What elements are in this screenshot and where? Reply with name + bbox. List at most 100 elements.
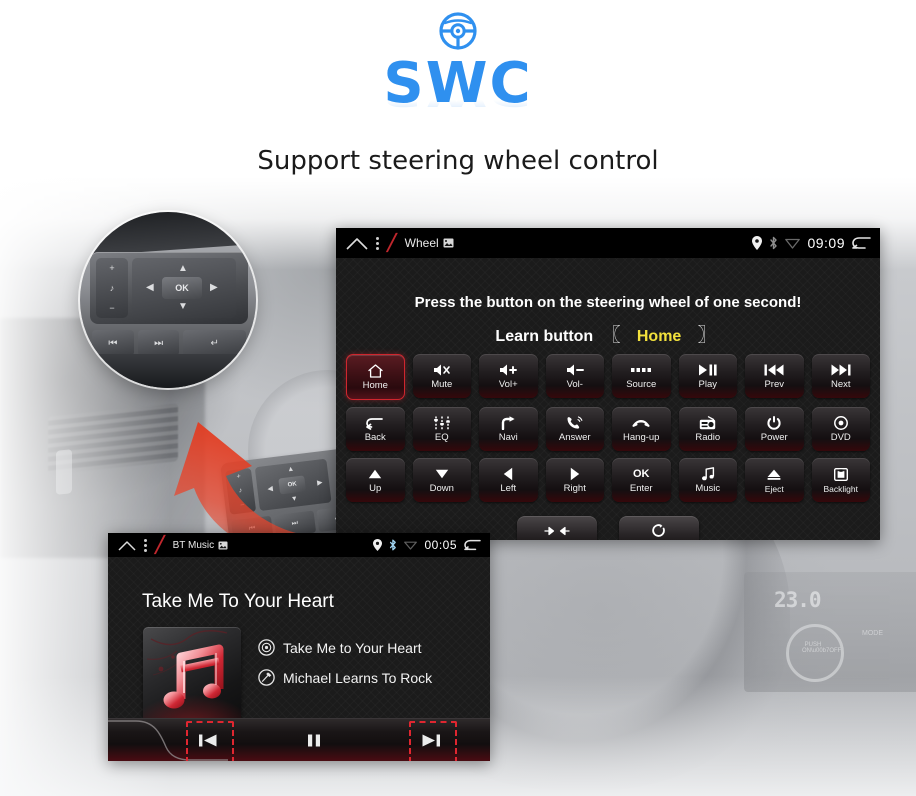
arrow-left-icon [503,467,513,482]
location-pin-icon [373,539,383,551]
wheel-spoke-top [80,212,256,257]
wifi-icon [404,541,418,550]
wheel-status-bar: ╱ Wheel 09:09 [336,228,880,258]
album-art [143,627,241,725]
bracket-close: 〗 [697,325,717,346]
swc-button-label: Home [362,379,388,391]
previous-icon [199,734,217,746]
zoomed-media-buttons: ⏮ ⏭ ↵ [92,330,247,356]
arrow-up-icon [368,467,382,482]
swc-button-prev[interactable]: Prev [745,354,804,398]
swc-button-backlight[interactable]: Backlight [811,458,870,502]
swc-button-power[interactable]: Power [745,407,804,451]
overflow-menu-icon[interactable] [144,538,147,552]
swc-button-label: Enter [629,482,653,494]
swc-button-label: Radio [695,431,721,443]
bt-screen-body: Take Me To Your Heart Take Me to Your He… [108,557,490,761]
swc-button-answer[interactable]: Answer [545,407,604,451]
wifi-icon [785,238,801,249]
prev-track-button[interactable] [192,727,224,753]
power-icon [767,416,781,431]
overflow-menu-icon[interactable] [376,236,379,250]
volume-up-icon [499,363,518,378]
magnifier-callout: + ♪ − OK ▲ ◀ ▶ ▼ ⏮ ⏭ ↵ [80,212,256,388]
volume-down-icon [566,363,584,378]
swc-button-label: Music [695,482,721,494]
swc-button-label: Right [563,482,586,494]
zoomed-volume-rocker: + ♪ − [96,258,128,318]
track-name-row: Take Me to Your Heart [258,639,422,656]
wheel-screen-title: Wheel [405,236,454,250]
back-arrow-icon[interactable] [464,539,482,551]
swc-button-dvd[interactable]: DVD [811,407,870,451]
swc-button-label: Left [500,482,517,494]
swc-button-left[interactable]: Left [479,458,538,502]
swc-tagline: Support steering wheel control [257,146,659,176]
swc-button-mute[interactable]: Mute [412,354,471,398]
swc-button-right[interactable]: Right [545,458,604,502]
wheel-clock: 09:09 [807,235,845,251]
swc-button-label: Down [429,482,454,494]
arrow-down-icon [435,467,449,482]
source-icon [631,363,652,378]
steering-wheel-icon [439,12,477,50]
swc-button-eq[interactable]: EQ [412,407,471,451]
home-icon [368,364,383,379]
back-arrow-icon[interactable] [852,236,872,250]
swc-button-label: Answer [558,431,591,443]
swc-button-volume-down[interactable]: Vol- [545,354,604,398]
swc-header: SWC SWC Support steering wheel control [0,0,916,176]
bracket-open: 〖 [601,325,621,346]
swc-button-enter[interactable]: OK Enter [612,458,671,502]
swc-button-play[interactable]: Play [678,354,737,398]
phone-hangup-icon [631,416,651,431]
home-outline-icon[interactable] [118,540,136,551]
disc-icon [833,416,848,431]
wheel-rim-bottom [80,354,256,388]
swc-button-radio[interactable]: Radio [678,407,737,451]
learn-button-value: Home [636,328,682,345]
save-and-exit-button[interactable]: Save and Exit [517,516,597,540]
ok-icon: OK [633,468,650,480]
zoomed-switch-pad: + ♪ − OK ▲ ◀ ▶ ▼ [90,252,248,324]
swc-button-label: Vol- [566,378,583,390]
artist-name: Michael Learns To Rock [283,669,433,686]
reset-button[interactable]: Reset [619,516,699,540]
pause-button[interactable] [298,727,330,753]
learn-button-label: Learn button [495,328,594,345]
swc-button-back[interactable]: Back [346,407,405,451]
backlight-icon [833,467,848,482]
track-name: Take Me to Your Heart [283,639,422,656]
learn-button-row: Learn button 〖 Home 〗 [336,320,880,347]
bt-title-text: BT Music [172,539,215,551]
red-slash-divider: ╱ [387,235,397,252]
swc-button-music[interactable]: Music [678,458,737,502]
swc-button-home[interactable]: Home [346,354,405,400]
swc-button-label: DVD [830,431,851,443]
pause-icon [308,734,320,746]
swc-button-navi[interactable]: Navi [479,407,538,451]
wheel-instruction-text: Press the button on the steering wheel o… [414,294,802,311]
next-icon [422,734,440,746]
music-note-icon [701,467,715,482]
swc-button-up[interactable]: Up [346,458,405,502]
arrow-right-icon [570,467,580,482]
swc-button-label: Power [760,431,788,443]
swc-button-down[interactable]: Down [412,458,471,502]
swc-button-source[interactable]: Source [612,354,671,398]
home-outline-icon[interactable] [346,237,368,250]
climate-temperature: 23.0 [774,588,822,612]
previous-icon [764,363,784,378]
swc-button-next[interactable]: Next [811,354,870,398]
next-track-button[interactable] [415,727,447,753]
swc-button-label: Vol+ [498,378,518,390]
swc-button-label: EQ [434,431,449,443]
swc-button-eject[interactable]: Eject [745,458,804,502]
swc-button-volume-up[interactable]: Vol+ [479,354,538,398]
now-playing-title: Take Me To Your Heart [142,591,334,612]
swc-button-label: Backlight [823,483,859,494]
bt-screen-title: BT Music [173,540,229,551]
swc-button-hangup[interactable]: Hang-up [612,407,671,451]
wheel-screen-body: Press the button on the steering wheel o… [336,258,880,540]
swc-button-label: Next [830,378,851,390]
